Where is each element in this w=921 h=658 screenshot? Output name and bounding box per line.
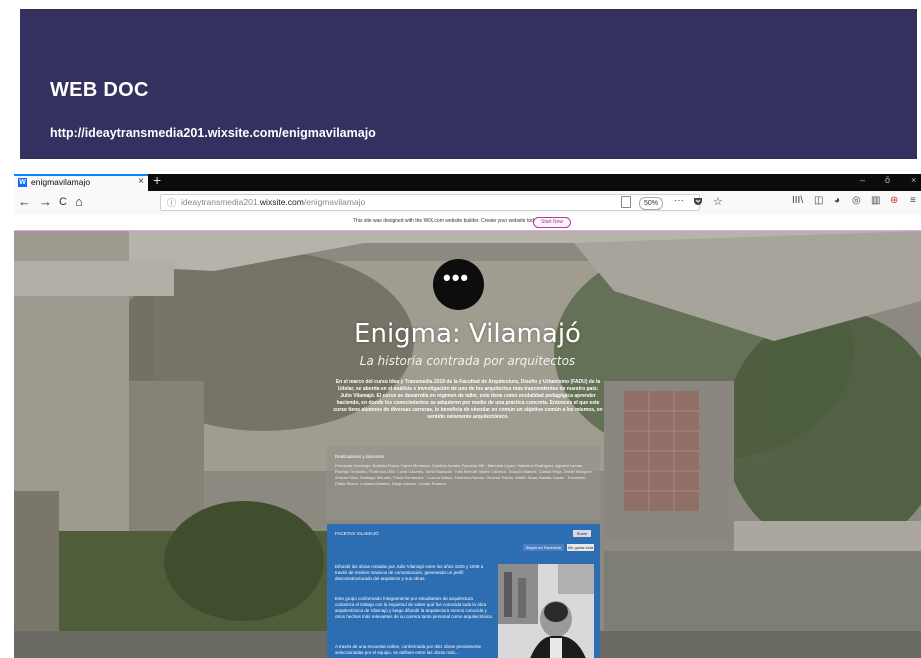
extension-icon[interactable]: ◕ xyxy=(834,195,840,206)
share-button[interactable]: Share xyxy=(573,530,591,537)
panel-paragraph: Este grupo conformado íntegramente por e… xyxy=(335,596,493,619)
url-host-domain: wixsite.com xyxy=(259,197,304,207)
menu-icon[interactable]: ≡ xyxy=(910,195,916,206)
site-info-icon[interactable]: ⓘ xyxy=(167,196,176,209)
website-content: ••• Enigma: Vilamajó La historia contrad… xyxy=(14,231,921,658)
back-button[interactable]: ← xyxy=(18,195,31,209)
site-title: Enigma: Vilamajó xyxy=(354,319,581,349)
panel-paragraph: A través de una encuesta online, conform… xyxy=(335,644,482,655)
navigation-bar: ← → C ⌂ ⓘ ideaytransmedia201.wixsite.com… xyxy=(14,191,921,216)
home-button[interactable]: ⌂ xyxy=(75,195,83,209)
slide-url: http://ideaytransmedia201.wixsite.com/en… xyxy=(50,126,376,140)
reader-view-icon[interactable] xyxy=(621,196,631,208)
ellipsis-icon: ••• xyxy=(443,265,470,290)
wix-banner-text: This site was designed with the WIX.com … xyxy=(353,218,541,224)
url-host-prefix: ideaytransmedia201. xyxy=(181,197,260,207)
panel-paragraph: Difundir las obras creadas por Julio Vil… xyxy=(335,564,484,581)
pinterest-icon[interactable]: ⊛ xyxy=(890,195,898,206)
extension-2-icon[interactable]: ◎ xyxy=(852,195,861,206)
site-subtitle: La historia contrada por arquitectos xyxy=(359,354,576,368)
reload-button[interactable]: C xyxy=(59,195,67,209)
close-tab-icon[interactable]: × xyxy=(138,176,144,187)
credits-text: Fernanda Urumingo, Bolivian Pozzo, Karen… xyxy=(335,463,593,486)
wix-banner: This site was designed with the WIX.com … xyxy=(14,215,921,231)
close-window-button[interactable]: × xyxy=(911,175,916,185)
tab-bar: W enigmavilamajo × + – ō × xyxy=(14,174,921,191)
url-path: /enigmavilamajo xyxy=(303,197,366,207)
address-bar[interactable]: ⓘ ideaytransmedia201.wixsite.com/enigmav… xyxy=(160,194,723,211)
start-now-button[interactable]: Start Now xyxy=(533,217,571,228)
sidebar-icon[interactable]: ◫ xyxy=(814,195,823,206)
facebook-follow-button[interactable]: Seguir en Facebook xyxy=(523,544,564,551)
intro-paragraph: En el marco del curso Idea y Transmedia … xyxy=(333,379,603,420)
library-icon[interactable]: III\ xyxy=(792,195,803,206)
maximize-button[interactable]: ō xyxy=(885,175,890,185)
wix-favicon-icon: W xyxy=(18,178,27,187)
like-button[interactable]: Me gusta esta xyxy=(567,544,594,551)
bookmark-star-icon[interactable]: ☆ xyxy=(713,195,723,208)
minimize-button[interactable]: – xyxy=(860,175,865,185)
browser-tab[interactable]: W enigmavilamajo × xyxy=(14,174,148,191)
site-logo[interactable]: ••• xyxy=(433,259,484,310)
facetas-panel: FACETAS VILAMAJÓ Share Seguir en Faceboo… xyxy=(327,524,600,658)
credits-heading: Realizadores y docentes xyxy=(335,454,385,459)
url-text[interactable]: ideaytransmedia201.wixsite.com/enigmavil… xyxy=(181,197,365,207)
browser-window: W enigmavilamajo × + – ō × ← → C ⌂ ⓘ ide… xyxy=(14,174,921,658)
extension-3-icon[interactable]: ▥ xyxy=(871,195,880,206)
vilamajo-photo xyxy=(498,564,594,658)
tab-title: enigmavilamajo xyxy=(31,177,91,187)
slide-header: WEB DOC http://ideaytransmedia201.wixsit… xyxy=(20,9,917,159)
new-tab-button[interactable]: + xyxy=(153,174,161,188)
pocket-icon[interactable] xyxy=(693,196,703,209)
forward-button[interactable]: → xyxy=(39,195,52,209)
credits-box: Realizadores y docentes Fernanda Uruming… xyxy=(327,446,600,521)
page-actions-icon[interactable]: ··· xyxy=(674,195,684,206)
zoom-level[interactable]: 50% xyxy=(639,197,664,210)
slide-title: WEB DOC xyxy=(50,79,149,101)
panel-heading: FACETAS VILAMAJÓ xyxy=(335,531,379,536)
